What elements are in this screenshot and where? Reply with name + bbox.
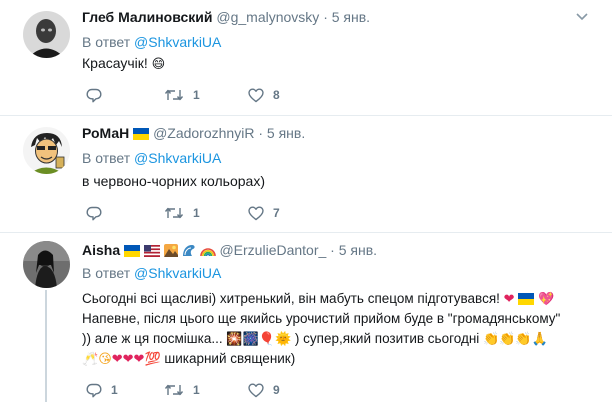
- clinking-glasses-emoji: 🥂: [82, 352, 99, 367]
- separator-dot: ·: [323, 9, 328, 25]
- like-button[interactable]: 8: [248, 85, 280, 105]
- tweet-text-content: Напевне, після цього ще якийсь урочистий…: [82, 311, 561, 326]
- sparkling-heart-emoji: 💖: [538, 292, 555, 307]
- reply-mention-link[interactable]: @ShkvarkiUA: [134, 150, 221, 166]
- kiss-face-emoji: 😘: [98, 352, 112, 367]
- heart-icon: [248, 383, 264, 397]
- tweet[interactable]: Aisha @ErzulieDantor_ · 5 янв. В ответ @…: [0, 233, 612, 402]
- tweet-text-line: Напевне, після цього ще якийсь урочистий…: [82, 309, 602, 329]
- tweet[interactable]: РоМаН @ZadorozhnyiR · 5 янв. В ответ @Sh…: [0, 116, 612, 233]
- tweet-header: РоМаН @ZadorozhnyiR · 5 янв.: [82, 125, 602, 143]
- balloon-emoji: 🎈: [258, 332, 275, 347]
- retweet-count: 1: [193, 206, 200, 220]
- chevron-down-icon[interactable]: [576, 10, 588, 22]
- heart-icon: [248, 88, 264, 102]
- tweet-timestamp[interactable]: 5 янв.: [332, 9, 370, 25]
- user-handle[interactable]: @ErzulieDantor_: [219, 242, 326, 258]
- tweet-text-content: ) супер,який позитив сьогодні: [294, 331, 480, 346]
- retweet-icon: [164, 207, 184, 219]
- tweet-text-content: )) але ж ця посмішка...: [82, 331, 223, 346]
- tweet-header: Глеб Малиновский @g_malynovsky · 5 янв.: [82, 9, 602, 27]
- folded-hands-emoji: 🙏: [531, 332, 548, 347]
- reply-icon: [86, 88, 102, 102]
- wave-icon: [182, 245, 195, 256]
- reply-mention-link[interactable]: @ShkvarkiUA: [134, 265, 221, 281]
- fireworks-emoji: 🎆: [242, 332, 259, 347]
- retweet-count: 1: [193, 383, 200, 397]
- display-name[interactable]: Глеб Малиновский: [82, 9, 212, 25]
- hundred-points-emoji: 💯: [144, 352, 161, 367]
- heart-emoji: ❤: [503, 292, 515, 307]
- tweet-text-content: шикарний священик): [164, 351, 296, 366]
- avatar[interactable]: [23, 127, 70, 174]
- like-button[interactable]: 7: [248, 203, 280, 223]
- grinning-face-emoji: 😄: [151, 57, 166, 72]
- retweet-icon: [164, 384, 184, 396]
- reply-context: В ответ @ShkvarkiUA: [82, 265, 221, 281]
- user-handle[interactable]: @g_malynovsky: [216, 9, 319, 25]
- tweet-actions: 1 1 9: [82, 380, 382, 400]
- tweet-text: Сьогодні всі щасливі) хитренький, він ма…: [82, 289, 602, 369]
- reply-button[interactable]: 1: [86, 380, 118, 400]
- reply-prefix: В ответ: [82, 34, 131, 50]
- tweet-text-line: )) але ж ця посмішка... 🎇🎆🎈🌞 ) супер,яки…: [82, 329, 602, 349]
- tweet-text-content: Сьогодні всі щасливі) хитренький, він ма…: [82, 291, 500, 306]
- retweet-button[interactable]: 1: [164, 380, 200, 400]
- reply-mention-link[interactable]: @ShkvarkiUA: [134, 34, 221, 50]
- reply-icon: [86, 206, 102, 220]
- tweet-text-line: Сьогодні всі щасливі) хитренький, він ма…: [82, 289, 602, 309]
- tweet-header: Aisha @ErzulieDantor_ · 5 янв.: [82, 242, 602, 260]
- retweet-icon: [164, 89, 184, 101]
- avatar[interactable]: [23, 11, 70, 58]
- ukraine-flag-emoji: [518, 293, 535, 305]
- sun-emoji: 🌞: [274, 332, 292, 347]
- tweet-text-line: 🥂😘❤❤❤💯 шикарний священик): [82, 349, 602, 369]
- like-count: 7: [273, 206, 280, 220]
- reply-icon: [86, 383, 102, 397]
- clapping-hands-emoji: 👏👏👏: [483, 332, 532, 347]
- tweet-text: в червоно-чорних кольорах): [82, 171, 602, 191]
- separator-dot: ·: [258, 125, 263, 141]
- thread-connector-line: [45, 290, 47, 402]
- sparkler-emoji: 🎇: [226, 332, 243, 347]
- scenery-icon: [163, 244, 178, 257]
- tweet-text-content: Красаучік!: [82, 55, 148, 71]
- reply-context: В ответ @ShkvarkiUA: [82, 150, 221, 166]
- heart-icon: [248, 206, 264, 220]
- tweet[interactable]: Глеб Малиновский @g_malynovsky · 5 янв. …: [0, 0, 612, 116]
- separator-dot: ·: [330, 242, 335, 258]
- ukraine-flag-icon: [133, 128, 150, 140]
- display-name[interactable]: Aisha: [82, 242, 120, 258]
- avatar[interactable]: [23, 241, 70, 288]
- reply-button[interactable]: [86, 203, 102, 223]
- reply-count: 1: [111, 383, 118, 397]
- tweet-actions: 1 8: [82, 85, 382, 105]
- tweet-timestamp[interactable]: 5 янв.: [339, 242, 377, 258]
- retweet-count: 1: [193, 88, 200, 102]
- reply-prefix: В ответ: [82, 265, 131, 281]
- heart-emoji: ❤❤❤: [111, 352, 145, 367]
- reply-context: В ответ @ShkvarkiUA: [82, 34, 221, 50]
- usa-flag-icon: [143, 245, 160, 257]
- tweet-actions: 1 7: [82, 203, 382, 223]
- ukraine-flag-icon: [124, 245, 141, 257]
- reply-button[interactable]: [86, 85, 102, 105]
- reply-prefix: В ответ: [82, 150, 131, 166]
- like-button[interactable]: 9: [248, 380, 280, 400]
- retweet-button[interactable]: 1: [164, 203, 200, 223]
- rainbow-icon: [199, 248, 216, 257]
- tweet-text: Красаучік! 😄: [82, 53, 602, 73]
- user-handle[interactable]: @ZadorozhnyiR: [153, 125, 254, 141]
- like-count: 9: [273, 383, 280, 397]
- retweet-button[interactable]: 1: [164, 85, 200, 105]
- like-count: 8: [273, 88, 280, 102]
- tweet-text-content: в червоно-чорних кольорах): [82, 173, 265, 189]
- display-name[interactable]: РоМаН: [82, 125, 129, 141]
- tweet-timestamp[interactable]: 5 янв.: [267, 125, 305, 141]
